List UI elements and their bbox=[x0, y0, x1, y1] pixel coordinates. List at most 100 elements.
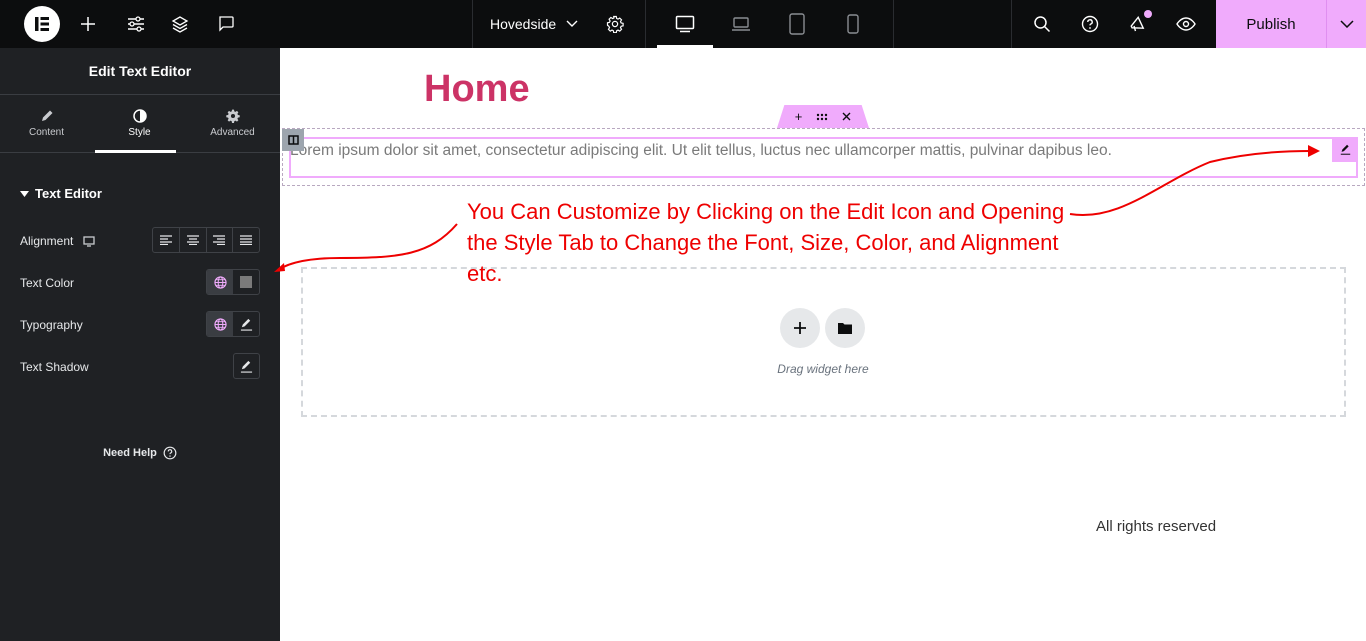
align-justify-icon bbox=[240, 235, 253, 245]
column-icon bbox=[287, 135, 299, 145]
edit-text-shadow-button[interactable] bbox=[233, 353, 260, 379]
typography-label: Typography bbox=[20, 318, 83, 332]
need-help-link[interactable]: Need Help bbox=[0, 446, 280, 460]
drag-widget-hint: Drag widget here bbox=[777, 362, 869, 376]
plus-icon bbox=[81, 17, 95, 31]
add-new-section-button[interactable] bbox=[780, 308, 820, 348]
chat-bubble-icon bbox=[219, 16, 234, 32]
device-laptop-button[interactable] bbox=[729, 0, 753, 48]
publish-button[interactable]: Publish bbox=[1216, 0, 1326, 48]
align-left-button[interactable] bbox=[153, 228, 180, 252]
help-button[interactable] bbox=[1078, 0, 1102, 48]
align-left-icon bbox=[159, 235, 172, 245]
gear-icon bbox=[606, 15, 624, 33]
finder-button[interactable] bbox=[1030, 0, 1054, 48]
alignment-control bbox=[152, 227, 260, 253]
pencil-icon bbox=[1340, 144, 1350, 155]
close-icon[interactable] bbox=[842, 112, 851, 121]
global-fonts-button[interactable] bbox=[207, 312, 233, 336]
tab-advanced[interactable]: Advanced bbox=[186, 95, 279, 152]
color-picker-button[interactable] bbox=[233, 270, 259, 294]
mobile-icon bbox=[847, 14, 859, 34]
notification-dot bbox=[1144, 10, 1152, 18]
caret-down-icon bbox=[20, 190, 29, 197]
alignment-label-text: Alignment bbox=[20, 234, 74, 248]
add-template-button[interactable] bbox=[825, 308, 865, 348]
align-right-icon bbox=[213, 235, 226, 245]
elementor-logo-button[interactable] bbox=[24, 6, 60, 42]
align-right-button[interactable] bbox=[207, 228, 234, 252]
preview-button[interactable] bbox=[1174, 0, 1198, 48]
whats-new-button[interactable] bbox=[1126, 0, 1150, 48]
search-icon bbox=[1034, 16, 1051, 33]
device-desktop-button[interactable] bbox=[673, 0, 697, 48]
empty-section-drop-zone[interactable] bbox=[301, 267, 1346, 417]
responsive-desktop-icon[interactable] bbox=[83, 235, 96, 247]
device-mobile-button[interactable] bbox=[841, 0, 865, 48]
editor-panel: Edit Text Editor Content Style Advanced … bbox=[0, 48, 280, 641]
sliders-icon bbox=[128, 16, 144, 32]
section-toggle-text-editor[interactable]: Text Editor bbox=[20, 186, 102, 201]
elementor-logo-icon bbox=[35, 17, 49, 31]
help-circle-icon bbox=[1081, 15, 1099, 33]
column-handle[interactable] bbox=[282, 129, 304, 151]
alignment-label: Alignment bbox=[20, 234, 96, 248]
widget-body-text[interactable]: Lorem ipsum dolor sit amet, consectetur … bbox=[290, 142, 1112, 160]
gear-icon bbox=[225, 109, 240, 123]
page-name-label: Hovedside bbox=[490, 16, 557, 32]
color-swatch bbox=[240, 276, 252, 288]
add-element-button[interactable] bbox=[76, 0, 100, 48]
chevron-down-icon bbox=[566, 20, 578, 27]
divider bbox=[645, 0, 646, 48]
text-color-label: Text Color bbox=[20, 276, 75, 290]
tab-content-label: Content bbox=[28, 127, 65, 138]
tab-advanced-label: Advanced bbox=[210, 127, 255, 138]
page-selector[interactable]: Hovedside bbox=[490, 0, 578, 48]
footer-copyright: All rights reserved bbox=[1096, 518, 1217, 535]
add-section-button[interactable]: + bbox=[795, 109, 803, 124]
pencil-icon bbox=[240, 360, 253, 373]
global-colors-button[interactable] bbox=[207, 270, 233, 294]
align-justify-button[interactable] bbox=[233, 228, 259, 252]
edit-widget-button[interactable] bbox=[1332, 137, 1358, 162]
text-color-control bbox=[206, 269, 260, 295]
globe-icon bbox=[213, 317, 227, 331]
help-circle-icon bbox=[163, 446, 177, 460]
top-bar: Hovedside Publish bbox=[0, 0, 1366, 48]
divider bbox=[893, 0, 894, 48]
tab-style-label: Style bbox=[128, 127, 151, 138]
panel-title: Edit Text Editor bbox=[0, 48, 280, 95]
drag-handle-icon[interactable] bbox=[816, 113, 828, 121]
divider bbox=[1011, 0, 1012, 48]
tab-content[interactable]: Content bbox=[0, 95, 93, 152]
folder-icon bbox=[838, 323, 852, 334]
comments-button[interactable] bbox=[214, 0, 238, 48]
device-tablet-button[interactable] bbox=[785, 0, 809, 48]
half-circle-icon bbox=[132, 109, 147, 123]
desktop-icon bbox=[675, 15, 695, 33]
edit-typography-button[interactable] bbox=[233, 312, 259, 336]
page-heading: Home bbox=[424, 68, 530, 110]
text-shadow-label: Text Shadow bbox=[20, 360, 89, 374]
eye-icon bbox=[1176, 17, 1196, 31]
tab-style[interactable]: Style bbox=[93, 95, 186, 152]
active-tab-indicator bbox=[95, 150, 176, 153]
align-center-icon bbox=[186, 235, 199, 245]
section-toolbar: + bbox=[777, 105, 869, 128]
panel-tabs: Content Style Advanced bbox=[0, 95, 280, 153]
laptop-icon bbox=[732, 17, 750, 31]
divider bbox=[472, 0, 473, 48]
tutorial-annotation: You Can Customize by Clicking on the Edi… bbox=[467, 199, 1065, 286]
align-center-button[interactable] bbox=[180, 228, 207, 252]
page-settings-button[interactable] bbox=[603, 0, 627, 48]
publish-label: Publish bbox=[1246, 15, 1296, 33]
structure-button[interactable] bbox=[168, 0, 192, 48]
layers-icon bbox=[171, 16, 189, 33]
plus-icon bbox=[794, 322, 806, 334]
preview-canvas: Home + Lorem ipsum dolor sit amet, conse… bbox=[280, 48, 1366, 641]
publish-options-button[interactable] bbox=[1326, 0, 1366, 48]
globe-icon bbox=[213, 275, 227, 289]
chevron-down-icon bbox=[1339, 20, 1354, 28]
section-title: Text Editor bbox=[35, 186, 102, 201]
site-settings-button[interactable] bbox=[124, 0, 148, 48]
